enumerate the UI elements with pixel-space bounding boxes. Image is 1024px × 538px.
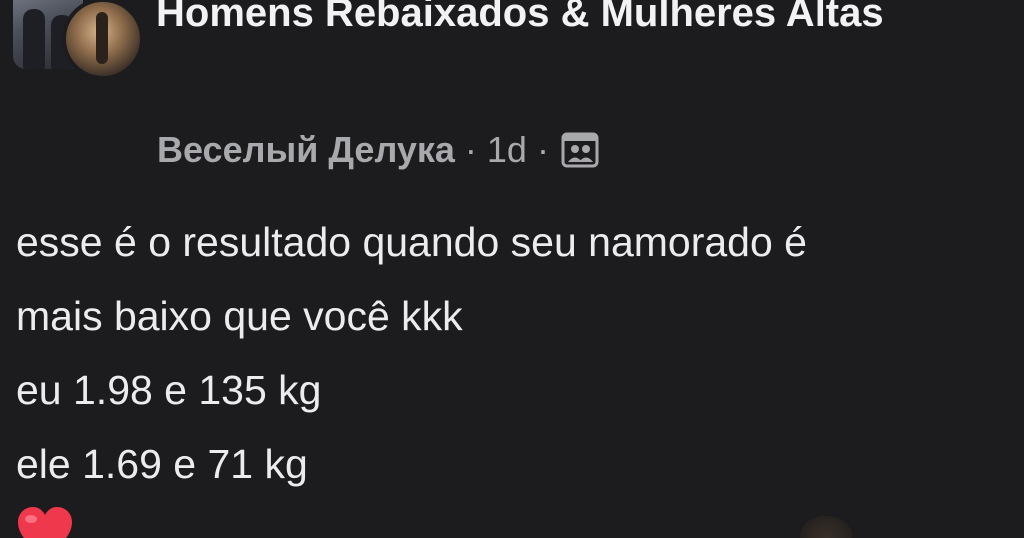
post-meta: Веселый Делука · 1d ·	[157, 124, 599, 176]
meta-separator: ·	[536, 129, 549, 170]
post-text-line: mais baixo que você kkk	[16, 293, 463, 339]
post-text-line: ele 1.69 e 71 kg	[16, 441, 308, 487]
meta-separator: ·	[464, 129, 477, 170]
group-name-link[interactable]: Homens Rebaixados & Mulheres Altas	[156, 0, 996, 50]
author-avatar[interactable]	[62, 0, 144, 80]
post-timestamp[interactable]: 1d	[487, 129, 527, 171]
avatar-stack[interactable]	[10, 0, 144, 80]
reaction-avatar[interactable]	[800, 516, 852, 538]
group-members-icon[interactable]	[561, 132, 599, 168]
heart-emoji-icon	[18, 507, 72, 538]
author-name-link[interactable]: Веселый Делука	[157, 129, 455, 171]
post-body: esse é o resultado quando seu namorado é…	[16, 205, 1024, 501]
post-text-line: esse é o resultado quando seu namorado é	[16, 219, 807, 265]
post-text-line: eu 1.98 e 135 kg	[16, 367, 322, 413]
